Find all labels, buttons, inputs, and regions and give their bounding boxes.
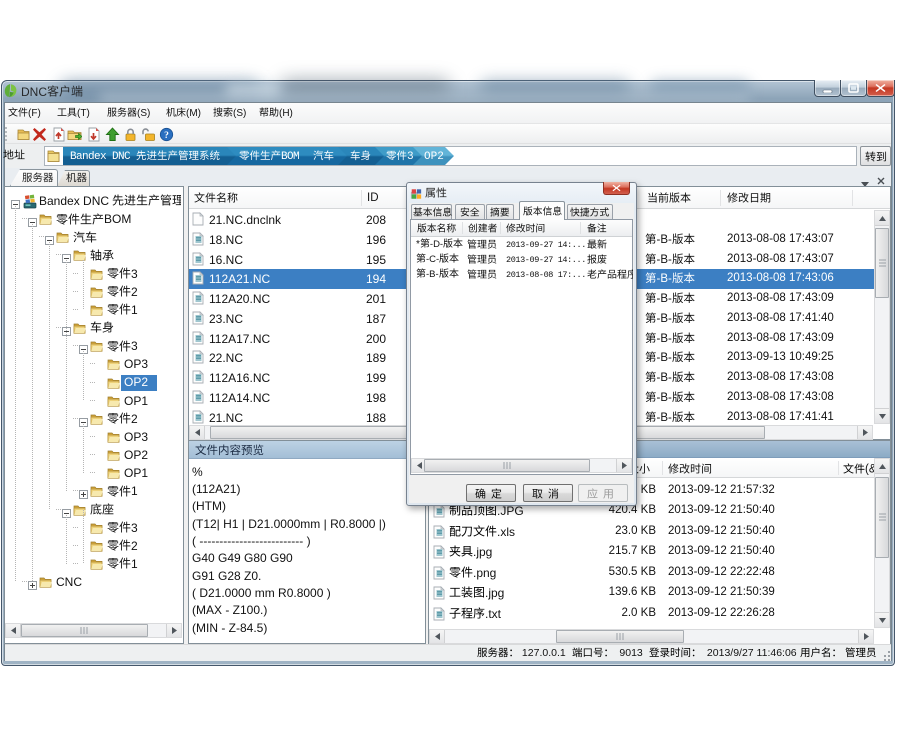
svg-text:?: ? [164, 131, 169, 141]
